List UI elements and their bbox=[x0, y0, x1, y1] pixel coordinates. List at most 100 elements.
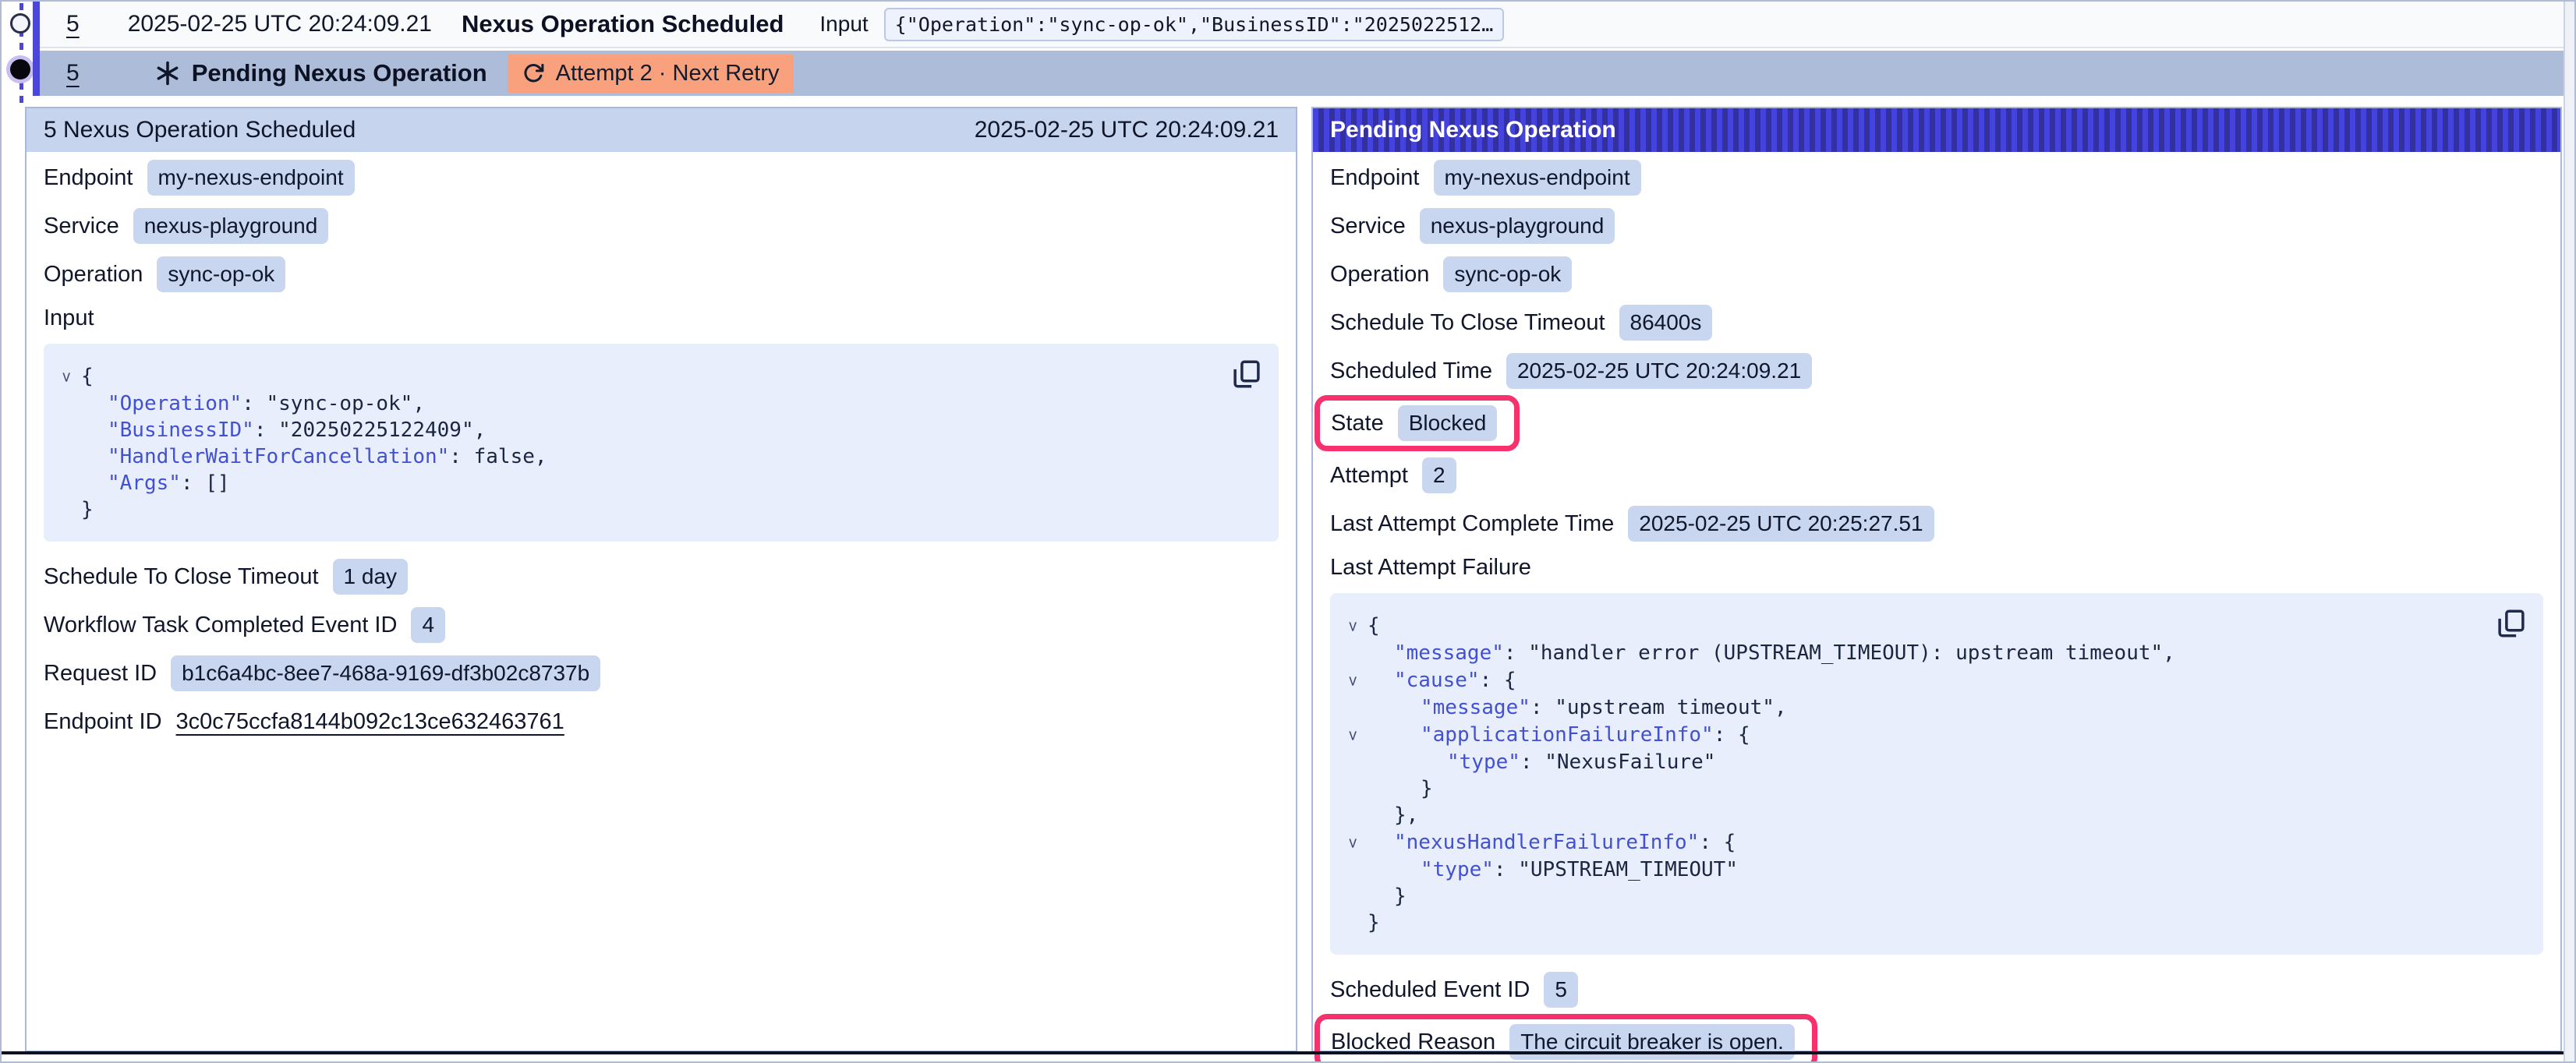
json-key: "cause" bbox=[1394, 669, 1480, 692]
json-line: "nexusHandlerFailureInfo": { bbox=[1338, 828, 2528, 856]
scrollbar-track[interactable] bbox=[2564, 2, 2574, 1061]
json-line: } bbox=[1338, 909, 2528, 936]
field-label: Last Attempt Failure bbox=[1330, 555, 1531, 581]
panel-title: 5 Nexus Operation Scheduled bbox=[44, 117, 356, 143]
json-key: "BusinessID" bbox=[108, 418, 254, 442]
event-input-label: Input bbox=[819, 12, 868, 37]
event-timestamp: 2025-02-25 UTC 20:24:09.21 bbox=[128, 11, 432, 37]
json-line: "applicationFailureInfo": { bbox=[1338, 721, 2528, 749]
json-value: : { bbox=[1714, 723, 1750, 747]
chevron-down-icon[interactable] bbox=[1347, 613, 1357, 640]
field-value-chip: 1 day bbox=[333, 559, 409, 595]
json-value: : false, bbox=[449, 445, 547, 468]
field-state: StateBlocked bbox=[1331, 401, 1497, 445]
field-label: Endpoint ID bbox=[44, 709, 162, 735]
field-value-chip: nexus-playground bbox=[133, 208, 329, 244]
scheduled-panel-header: 5 Nexus Operation Scheduled 2025-02-25 U… bbox=[27, 108, 1296, 152]
json-key: "type" bbox=[1447, 750, 1520, 774]
chevron-down-icon[interactable] bbox=[1347, 722, 1357, 749]
json-key: "HandlerWaitForCancellation" bbox=[108, 445, 449, 468]
field-last-attempt-complete-time: Last Attempt Complete Time2025-02-25 UTC… bbox=[1330, 500, 2543, 548]
json-value: : [] bbox=[181, 471, 230, 495]
retry-status-badge: Attempt 2 · Next Retry bbox=[508, 55, 794, 93]
field-label: Operation bbox=[44, 262, 143, 288]
field-schedule-to-close-timeout: Schedule To Close Timeout86400s bbox=[1330, 298, 2543, 347]
scheduled-event-detail-panel: 5 Nexus Operation Scheduled 2025-02-25 U… bbox=[25, 107, 1297, 1052]
field-input: Input bbox=[44, 298, 1279, 337]
json-punctuation: } bbox=[1394, 885, 1407, 908]
json-line: "Args": [] bbox=[51, 470, 1263, 496]
json-key: "message" bbox=[1421, 696, 1530, 719]
field-label: Last Attempt Complete Time bbox=[1330, 511, 1614, 537]
pending-panel-header: Pending Nexus Operation bbox=[1313, 108, 2560, 152]
json-line: "message": "upstream timeout", bbox=[1338, 694, 2528, 721]
field-label: Service bbox=[1330, 214, 1406, 239]
event-id-link[interactable]: 5 bbox=[66, 11, 80, 37]
json-punctuation: } bbox=[1421, 777, 1433, 800]
field-value-chip: The circuit breaker is open. bbox=[1509, 1024, 1795, 1060]
event-input-preview-badge[interactable]: {"Operation":"sync-op-ok","BusinessID":"… bbox=[884, 8, 1505, 41]
chevron-down-icon[interactable] bbox=[1347, 668, 1357, 694]
event-id-link[interactable]: 5 bbox=[66, 60, 80, 87]
field-attempt: Attempt2 bbox=[1330, 451, 2543, 500]
json-value: : "NexusFailure" bbox=[1520, 750, 1715, 774]
field-operation: Operationsync-op-ok bbox=[44, 250, 1279, 298]
json-line: } bbox=[1338, 775, 2528, 802]
json-punctuation: }, bbox=[1394, 803, 1418, 827]
field-label: Scheduled Event ID bbox=[1330, 977, 1530, 1003]
retry-badge-label: Attempt 2 · Next Retry bbox=[556, 61, 780, 87]
json-key: "applicationFailureInfo" bbox=[1421, 723, 1714, 747]
json-key: "type" bbox=[1421, 858, 1494, 881]
field-last-attempt-failure: Last Attempt Failure bbox=[1330, 548, 2543, 587]
field-endpoint: Endpointmy-nexus-endpoint bbox=[44, 154, 1279, 202]
chevron-down-icon[interactable] bbox=[61, 364, 71, 390]
json-line: }, bbox=[1338, 802, 2528, 828]
json-punctuation: { bbox=[81, 365, 94, 388]
copy-icon[interactable] bbox=[2495, 606, 2528, 641]
event-marker-current-icon bbox=[10, 59, 30, 79]
json-line: "type": "UPSTREAM_TIMEOUT" bbox=[1338, 856, 2528, 883]
field-value-chip: 5 bbox=[1544, 972, 1578, 1008]
field-value-chip: nexus-playground bbox=[1420, 208, 1615, 244]
field-value-chip: b1c6a4bc-8ee7-468a-9169-df3b02c8737b bbox=[171, 655, 600, 691]
json-line: "message": "handler error (UPSTREAM_TIME… bbox=[1338, 640, 2528, 666]
selected-event-group-bar bbox=[33, 2, 40, 96]
pending-panel-body: Endpointmy-nexus-endpointServicenexus-pl… bbox=[1313, 152, 2560, 1063]
field-label: Attempt bbox=[1330, 463, 1408, 489]
json-line: } bbox=[51, 496, 1263, 523]
field-service: Service nexus-playground bbox=[1330, 202, 2543, 250]
field-operation: Operationsync-op-ok bbox=[1330, 250, 2543, 298]
json-key: "Args" bbox=[108, 471, 181, 495]
json-punctuation: } bbox=[81, 498, 94, 521]
json-value: : "UPSTREAM_TIMEOUT" bbox=[1494, 858, 1738, 881]
field-service: Servicenexus-playground bbox=[44, 202, 1279, 250]
copy-icon[interactable] bbox=[1230, 356, 1263, 392]
field-schedule-to-close-timeout: Schedule To Close Timeout1 day bbox=[44, 553, 1279, 601]
field-label: Operation bbox=[1330, 262, 1429, 288]
json-line: "type": "NexusFailure" bbox=[1338, 749, 2528, 775]
json-value: : "upstream timeout", bbox=[1530, 696, 1787, 719]
field-endpoint-id: Endpoint ID 3c0c75ccfa8144b092c13ce632463… bbox=[44, 697, 1279, 746]
json-punctuation: } bbox=[1368, 911, 1380, 934]
json-line: { bbox=[1338, 612, 2528, 640]
retry-icon bbox=[522, 62, 545, 85]
panel-timestamp: 2025-02-25 UTC 20:24:09.21 bbox=[975, 117, 1279, 143]
event-title: Pending Nexus Operation bbox=[192, 59, 487, 87]
field-value-chip: 4 bbox=[411, 607, 445, 643]
json-line: "HandlerWaitForCancellation": false, bbox=[51, 443, 1263, 470]
json-value: : { bbox=[1480, 669, 1516, 692]
json-line: "BusinessID": "20250225122409", bbox=[51, 417, 1263, 443]
event-row-nexus-operation-scheduled[interactable]: 5 2025-02-25 UTC 20:24:09.21 Nexus Opera… bbox=[40, 2, 2564, 48]
field-value-link[interactable]: 3c0c75ccfa8144b092c13ce632463761 bbox=[176, 709, 564, 735]
asterisk-icon bbox=[154, 60, 181, 87]
pending-operation-detail-panel: Pending Nexus Operation Endpointmy-nexus… bbox=[1311, 107, 2562, 1052]
event-list: 5 2025-02-25 UTC 20:24:09.21 Nexus Opera… bbox=[40, 2, 2564, 96]
json-viewer: {"Operation": "sync-op-ok","BusinessID":… bbox=[44, 344, 1279, 542]
event-row-pending-nexus-operation[interactable]: 5 Pending Nexus Operation Attempt 2 · Ne… bbox=[40, 51, 2564, 96]
chevron-down-icon[interactable] bbox=[1347, 830, 1357, 856]
annotation-highlight-blocked-reason: Blocked ReasonThe circuit breaker is ope… bbox=[1315, 1014, 1817, 1063]
json-value: : "20250225122409", bbox=[254, 418, 486, 442]
json-line: { bbox=[51, 362, 1263, 390]
event-title: Nexus Operation Scheduled bbox=[462, 10, 784, 38]
field-value-chip: 86400s bbox=[1619, 305, 1713, 341]
